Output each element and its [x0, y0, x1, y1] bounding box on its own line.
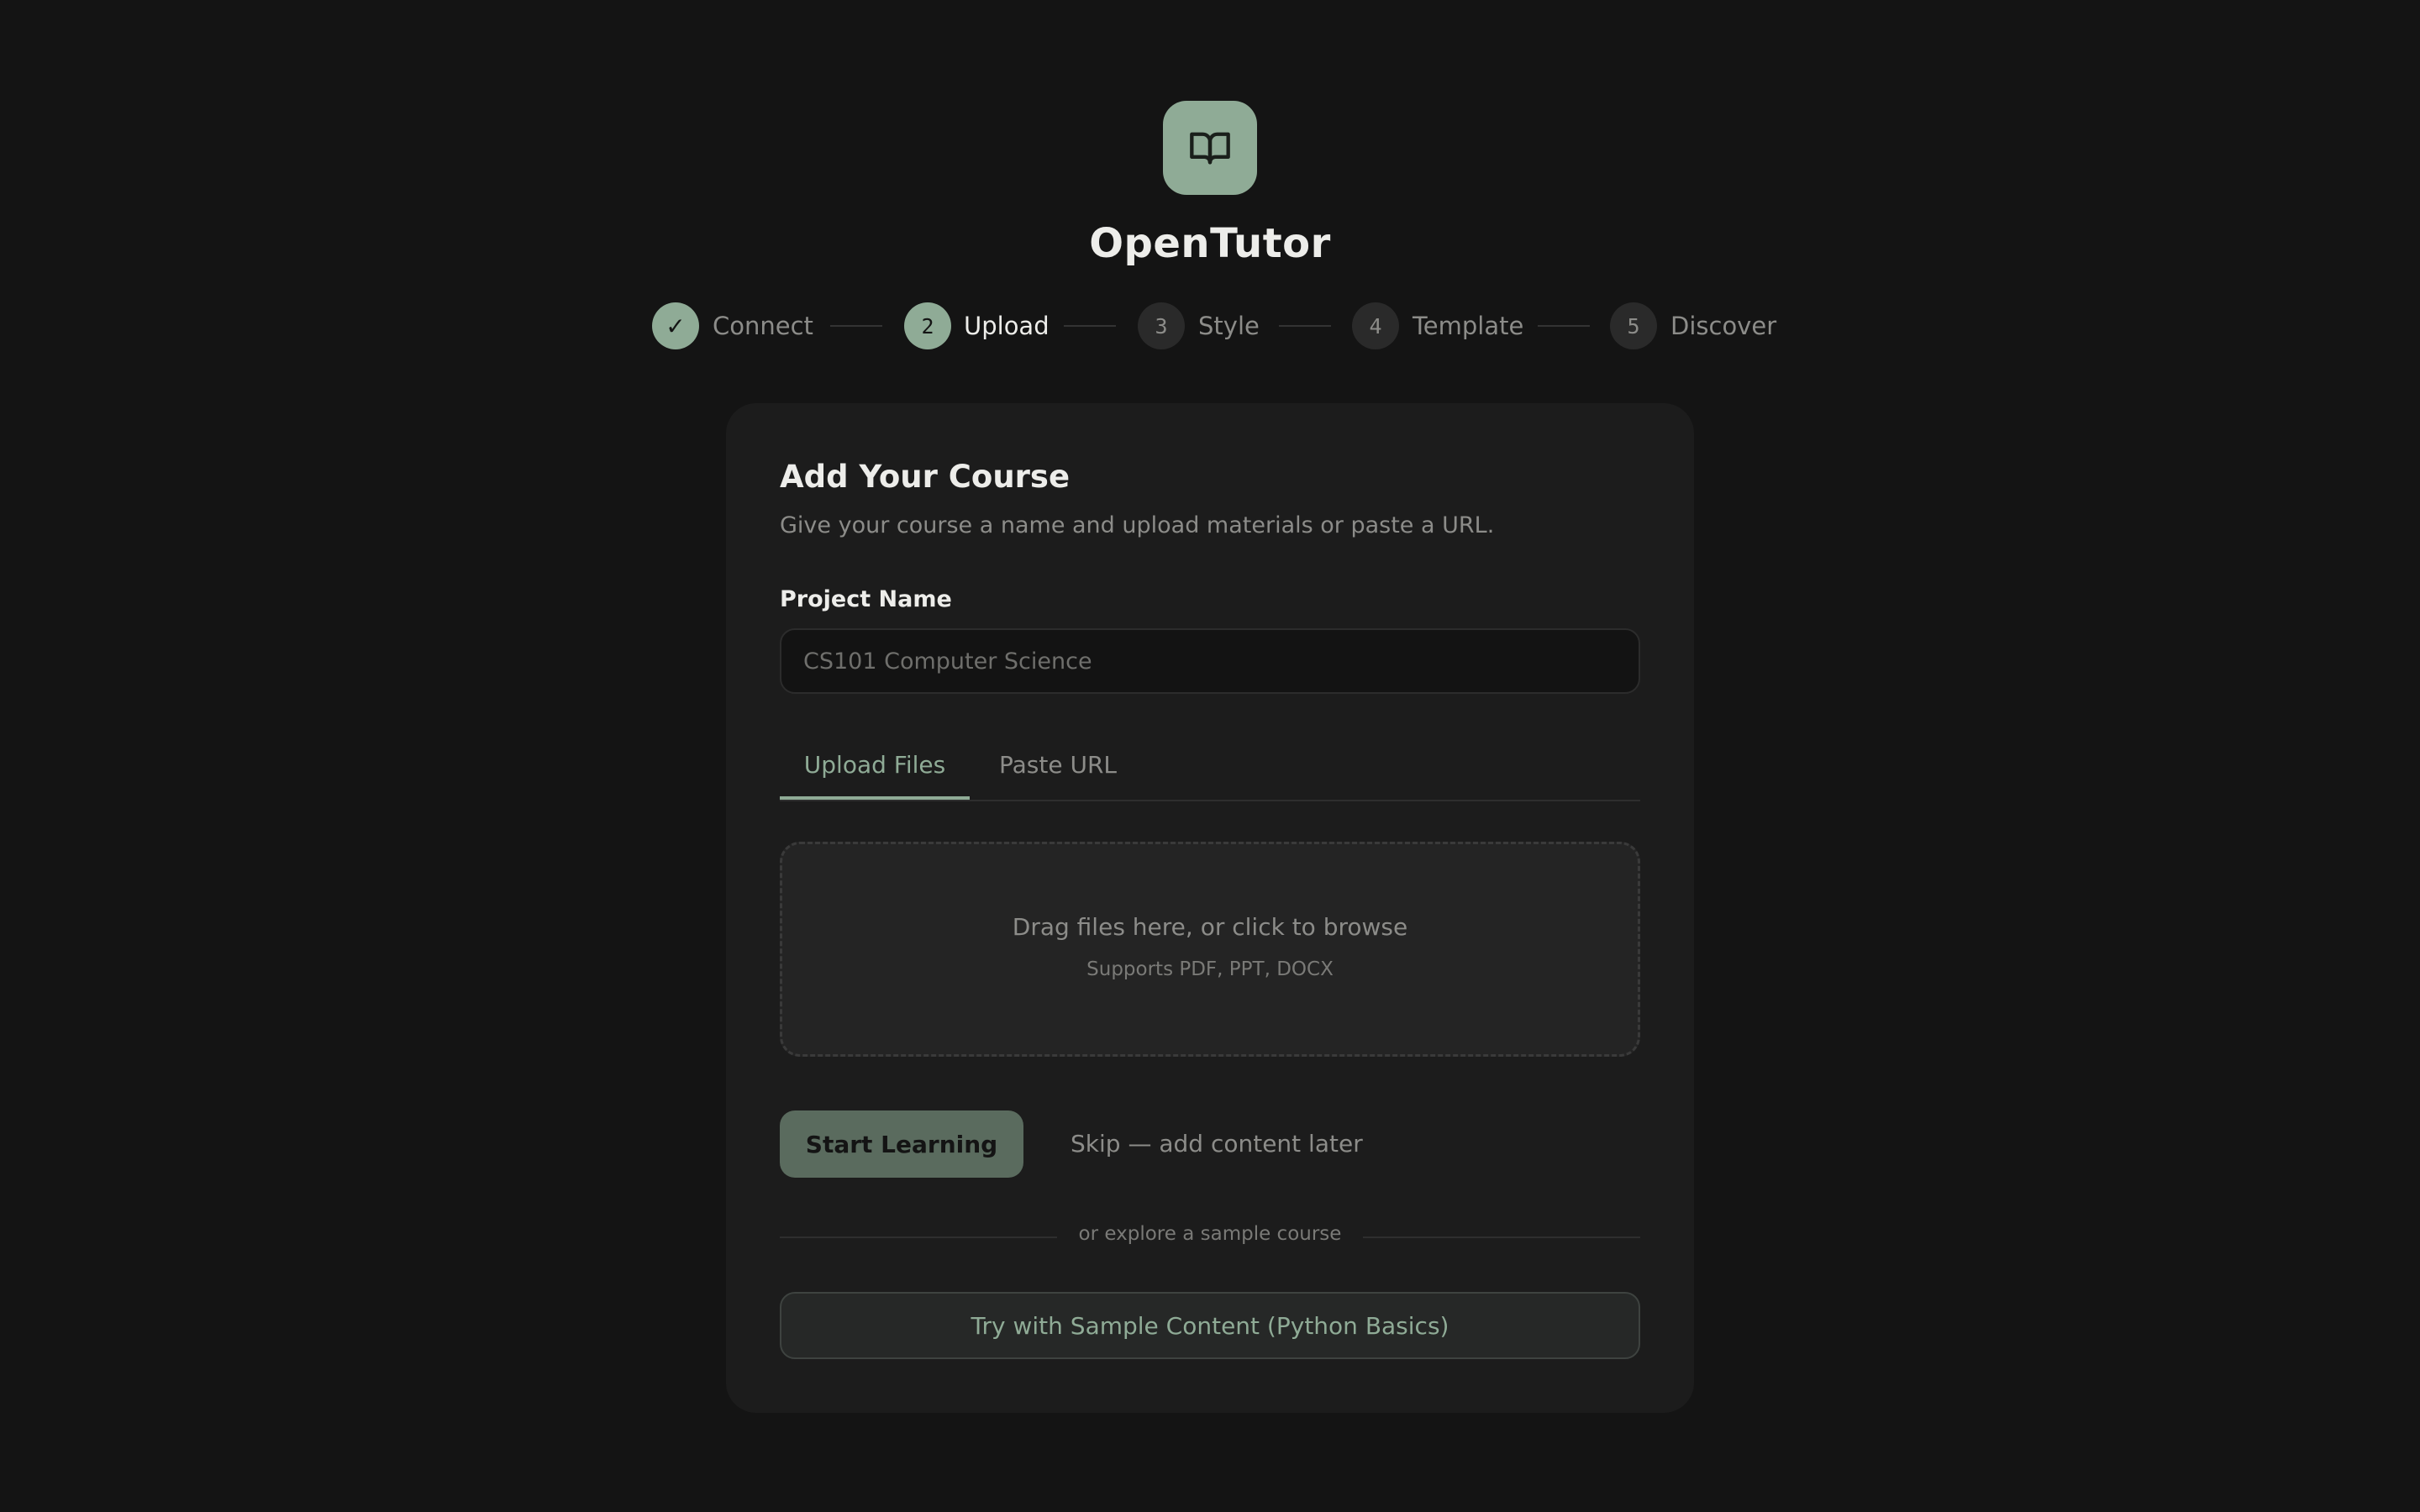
dropzone-supported-formats: Supports PDF, PPT, DOCX	[1086, 958, 1334, 980]
divider-line-right	[1363, 1236, 1640, 1238]
divider-text: or explore a sample course	[1078, 1223, 1342, 1245]
app-title: OpenTutor	[1089, 220, 1331, 267]
source-tabs: Upload Files Paste URL	[780, 736, 1640, 801]
open-book-icon	[1190, 132, 1230, 165]
sample-content-button[interactable]: Try with Sample Content (Python Basics)	[780, 1292, 1640, 1359]
file-dropzone[interactable]: Drag files here, or click to browse Supp…	[780, 842, 1640, 1057]
step-discover-label: Discover	[1670, 312, 1777, 340]
step-discover-number: 5	[1610, 302, 1657, 349]
step-template-label: Template	[1413, 312, 1524, 340]
app-logo	[1163, 101, 1257, 195]
dropzone-instruction: Drag files here, or click to browse	[1012, 913, 1408, 941]
step-connector	[1279, 325, 1331, 327]
step-style-number: 3	[1138, 302, 1185, 349]
onboarding-stepper: ✓ Connect 2 Upload 3 Style 4 Template 5 …	[0, 302, 2420, 349]
add-course-card: Add Your Course Give your course a name …	[726, 403, 1694, 1413]
step-template-number: 4	[1352, 302, 1399, 349]
project-name-label: Project Name	[780, 586, 952, 612]
step-connector	[1538, 325, 1590, 327]
step-connector	[830, 325, 882, 327]
step-upload-number: 2	[904, 302, 951, 349]
start-learning-button[interactable]: Start Learning	[780, 1110, 1023, 1178]
step-style-label: Style	[1198, 312, 1260, 340]
step-connector	[1064, 325, 1116, 327]
skip-link[interactable]: Skip — add content later	[1071, 1110, 1363, 1178]
card-title: Add Your Course	[780, 459, 1071, 495]
tab-upload-files[interactable]: Upload Files	[780, 736, 970, 800]
step-connect-check-icon: ✓	[652, 302, 699, 349]
project-name-input[interactable]	[780, 628, 1640, 694]
tab-paste-url[interactable]: Paste URL	[986, 736, 1129, 800]
step-connect-label: Connect	[713, 312, 813, 340]
step-upload-label: Upload	[964, 312, 1050, 340]
card-subtitle: Give your course a name and upload mater…	[780, 512, 1495, 538]
